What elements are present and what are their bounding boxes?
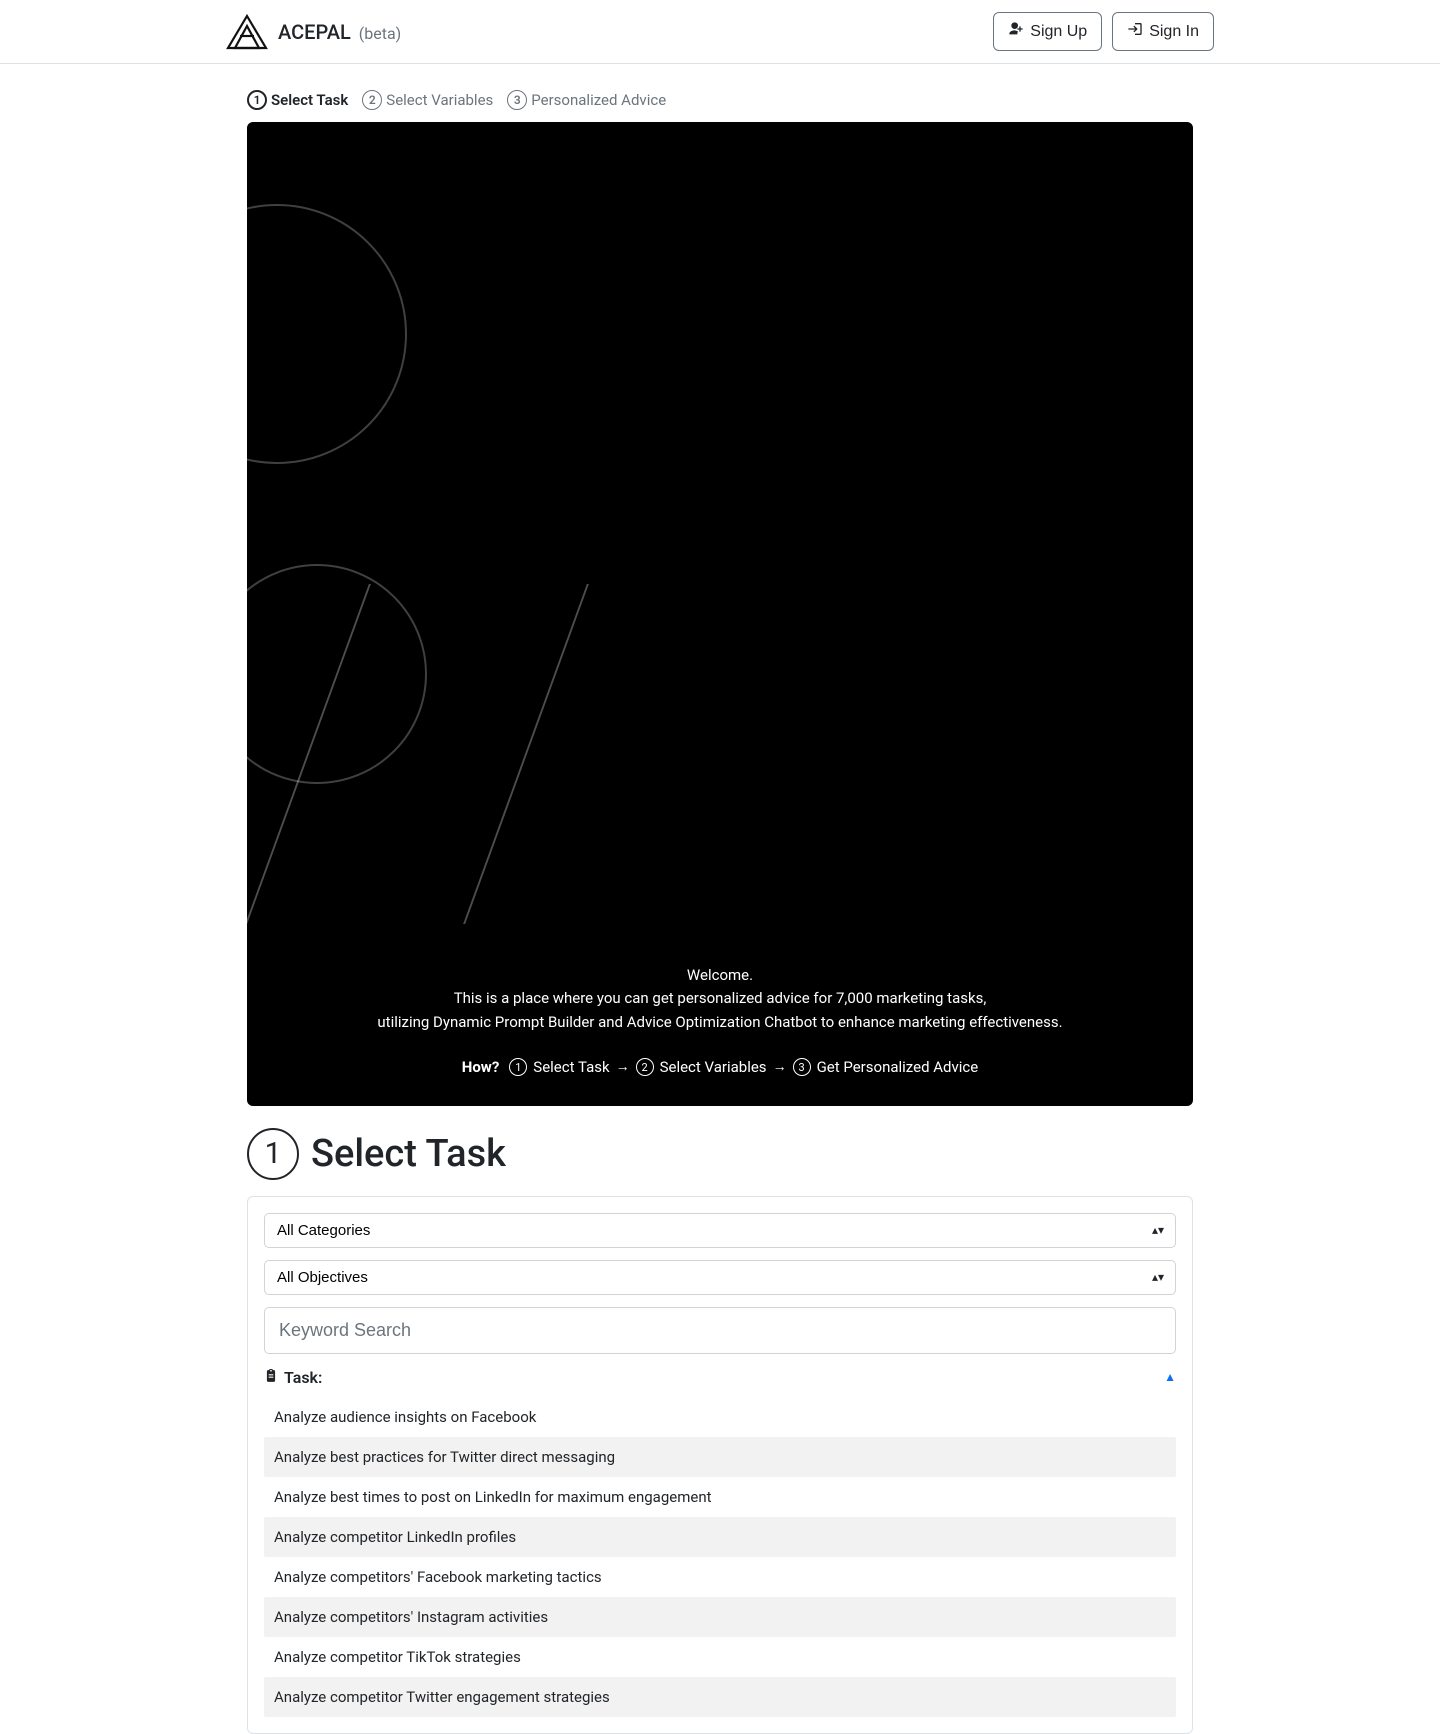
stepper-step-3[interactable]: 3 Personalized Advice [507,90,666,110]
keyword-search-input[interactable] [264,1307,1176,1354]
signin-button[interactable]: Sign In [1112,12,1214,51]
task-table-header: Task: ▲ [264,1368,1176,1387]
hero-how-2-text: Select Variables [660,1056,767,1079]
signup-label: Sign Up [1030,23,1087,41]
task-item[interactable]: Analyze competitors' Instagram activitie… [264,1597,1176,1637]
arrow-right-icon: → [616,1057,630,1079]
brand[interactable]: ACEPAL (beta) [226,14,401,50]
task-item[interactable]: Analyze best times to post on LinkedIn f… [264,1477,1176,1517]
main-container: 1 Select Task 2 Select Variables 3 Perso… [247,64,1193,1734]
stepper: 1 Select Task 2 Select Variables 3 Perso… [247,64,1193,116]
step-3-label: Personalized Advice [531,91,666,109]
step-1-label: Select Task [271,91,348,109]
app-header: ACEPAL (beta) Sign Up Sign In [0,0,1440,64]
section-title: 1 Select Task [247,1128,1193,1180]
hero-how-1-num: 1 [509,1058,527,1076]
hero-how-3-num: 3 [793,1058,811,1076]
category-select-wrap: All Categories ▴▾ [264,1213,1176,1248]
hero-how-label: How? [462,1056,500,1079]
brand-name-text: ACEPAL [278,20,351,44]
task-header-label-group: Task: [264,1368,322,1387]
step-2-label: Select Variables [386,91,493,109]
task-item[interactable]: Analyze audience insights on Facebook [264,1397,1176,1437]
hero-how-1-text: Select Task [533,1056,609,1079]
signup-button[interactable]: Sign Up [993,12,1102,51]
hero-welcome: Welcome. [267,964,1173,987]
step-1-number: 1 [247,90,267,110]
hero-line-2: This is a place where you can get person… [267,987,1173,1010]
brand-beta-text: (beta) [359,24,401,43]
task-item[interactable]: Analyze best practices for Twitter direc… [264,1437,1176,1477]
signin-icon [1127,21,1143,42]
arrow-right-icon: → [773,1057,787,1079]
section-heading: Select Task [311,1132,506,1176]
user-plus-icon [1008,21,1024,42]
step-2-number: 2 [362,90,382,110]
objective-select-wrap: All Objectives ▴▾ [264,1260,1176,1295]
task-item[interactable]: Analyze competitors' Facebook marketing … [264,1557,1176,1597]
task-header-label: Task: [284,1368,322,1387]
task-list: Analyze audience insights on Facebook An… [264,1397,1176,1717]
hero-how-3-text: Get Personalized Advice [817,1056,979,1079]
hero-decoration [247,204,407,464]
hero-line-3: utilizing Dynamic Prompt Builder and Adv… [267,1011,1173,1034]
stepper-step-2[interactable]: 2 Select Variables [362,90,493,110]
filter-card: All Categories ▴▾ All Objectives ▴▾ Task… [247,1196,1193,1734]
objective-select[interactable]: All Objectives [264,1260,1176,1295]
header-inner: ACEPAL (beta) Sign Up Sign In [36,12,1404,51]
task-item[interactable]: Analyze competitor TikTok strategies [264,1637,1176,1677]
clipboard-icon [264,1368,278,1387]
section-number: 1 [247,1128,299,1180]
sort-ascending-icon[interactable]: ▲ [1164,1370,1176,1384]
hero-how-2-num: 2 [636,1058,654,1076]
logo-icon [226,14,268,50]
stepper-step-1[interactable]: 1 Select Task [247,90,348,110]
hero-banner: Welcome. This is a place where you can g… [247,122,1193,1106]
task-item[interactable]: Analyze competitor Twitter engagement st… [264,1677,1176,1717]
category-select[interactable]: All Categories [264,1213,1176,1248]
signin-label: Sign In [1149,23,1199,41]
brand-name: ACEPAL (beta) [278,20,401,44]
step-3-number: 3 [507,90,527,110]
auth-buttons: Sign Up Sign In [993,12,1214,51]
hero-how-line: How? 1 Select Task → 2 Select Variables … [462,1056,978,1079]
task-item[interactable]: Analyze competitor LinkedIn profiles [264,1517,1176,1557]
